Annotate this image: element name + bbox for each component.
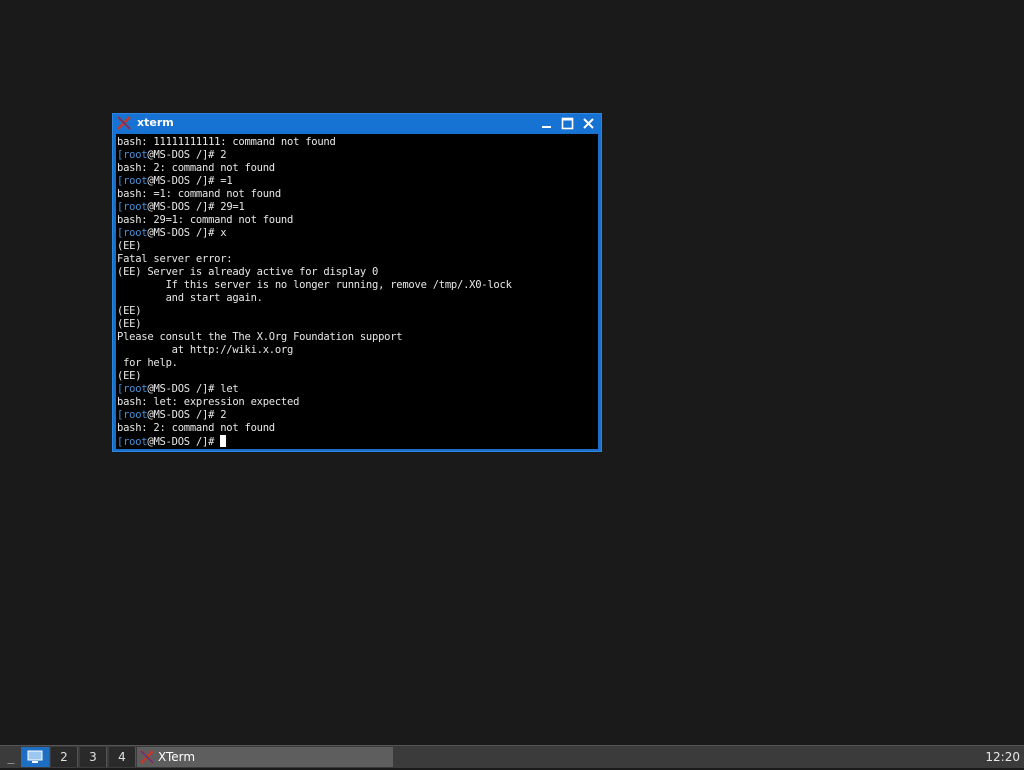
taskbar-menu-button[interactable]: _ [2,748,20,766]
terminal-area[interactable]: bash: 11111111111: command not found [roo… [116,134,598,449]
clock: 12:20 [985,750,1020,764]
terminal-output-line: at http://wiki.x.org [117,344,294,356]
terminal-output-line: bash: 2: command not found [117,162,275,174]
prompt-host: @MS-DOS /] [147,383,209,395]
prompt-symbol: # [208,436,221,448]
x-logo-icon [140,750,154,764]
desktop-icon [27,750,43,763]
prompt-symbol: # [208,149,221,161]
terminal-output-line: (EE) Server is already active for displa… [117,266,379,278]
workspace-4-button[interactable]: 4 [109,747,136,767]
x-logo-icon [117,116,131,130]
prompt-user: root [123,227,148,239]
workspace-1-button[interactable] [21,747,50,767]
prompt-user: root [123,383,148,395]
terminal-prompt-line: [root@MS-DOS /]# x [117,227,598,240]
prompt-host: @MS-DOS /] [147,149,209,161]
prompt-command: let [220,383,239,395]
terminal-output-line: (EE) [117,318,142,330]
taskbar: _ 2 3 4 XTerm 12:20 [0,745,1024,768]
workspace-3-button[interactable]: 3 [80,747,107,767]
prompt-command: =1 [220,175,233,187]
prompt-symbol: # [208,227,221,239]
prompt-user: root [123,409,148,421]
terminal-prompt-line: [root@MS-DOS /]# [117,435,598,448]
prompt-command: x [220,227,227,239]
terminal-output-line: bash: 2: command not found [117,422,275,434]
prompt-command: 2 [220,149,227,161]
xterm-window[interactable]: xterm bash: 11111111111: command not fou… [112,113,602,452]
prompt-host: @MS-DOS /] [147,201,209,213]
terminal-output-line: (EE) [117,240,142,252]
terminal-output-line: (EE) [117,305,142,317]
prompt-user: root [123,175,148,187]
terminal-prompt-line: [root@MS-DOS /]# =1 [117,175,598,188]
desktop: xterm bash: 11111111111: command not fou… [0,0,1024,745]
prompt-symbol: # [208,201,221,213]
prompt-symbol: # [208,383,221,395]
terminal-output-line: and start again. [117,292,263,304]
prompt-command: 29=1 [220,201,245,213]
terminal-output-line: Fatal server error: [117,253,233,265]
terminal-output-line: bash: let: expression expected [117,396,300,408]
terminal-output-line: Please consult the The X.Org Foundation … [117,331,403,343]
prompt-symbol: # [208,409,221,421]
prompt-user: root [123,201,148,213]
minimize-button[interactable] [539,116,554,131]
prompt-user: root [123,149,148,161]
window-title: xterm [137,116,174,129]
window-titlebar[interactable]: xterm [113,114,601,133]
task-xterm-button[interactable]: XTerm [137,747,393,767]
workspace-2-button[interactable]: 2 [51,747,78,767]
terminal-output-line: If this server is no longer running, rem… [117,279,512,291]
terminal-output-line: for help. [117,357,178,369]
prompt-user: root [123,436,148,448]
maximize-button[interactable] [560,116,575,131]
prompt-host: @MS-DOS /] [147,436,209,448]
task-label: XTerm [158,750,196,764]
terminal-output-line: (EE) [117,370,142,382]
prompt-host: @MS-DOS /] [147,409,209,421]
terminal-output-line: bash: 29=1: command not found [117,214,294,226]
prompt-command: 2 [220,409,227,421]
prompt-symbol: # [208,175,221,187]
close-button[interactable] [581,116,596,131]
terminal-prompt-line: [root@MS-DOS /]# 29=1 [117,201,598,214]
prompt-host: @MS-DOS /] [147,175,209,187]
terminal-output-line: bash: 11111111111: command not found [117,136,336,148]
terminal-prompt-line: [root@MS-DOS /]# 2 [117,149,598,162]
terminal-output-line: bash: =1: command not found [117,188,281,200]
prompt-host: @MS-DOS /] [147,227,209,239]
terminal-cursor [220,435,227,447]
terminal-prompt-line: [root@MS-DOS /]# 2 [117,409,598,422]
terminal-prompt-line: [root@MS-DOS /]# let [117,383,598,396]
